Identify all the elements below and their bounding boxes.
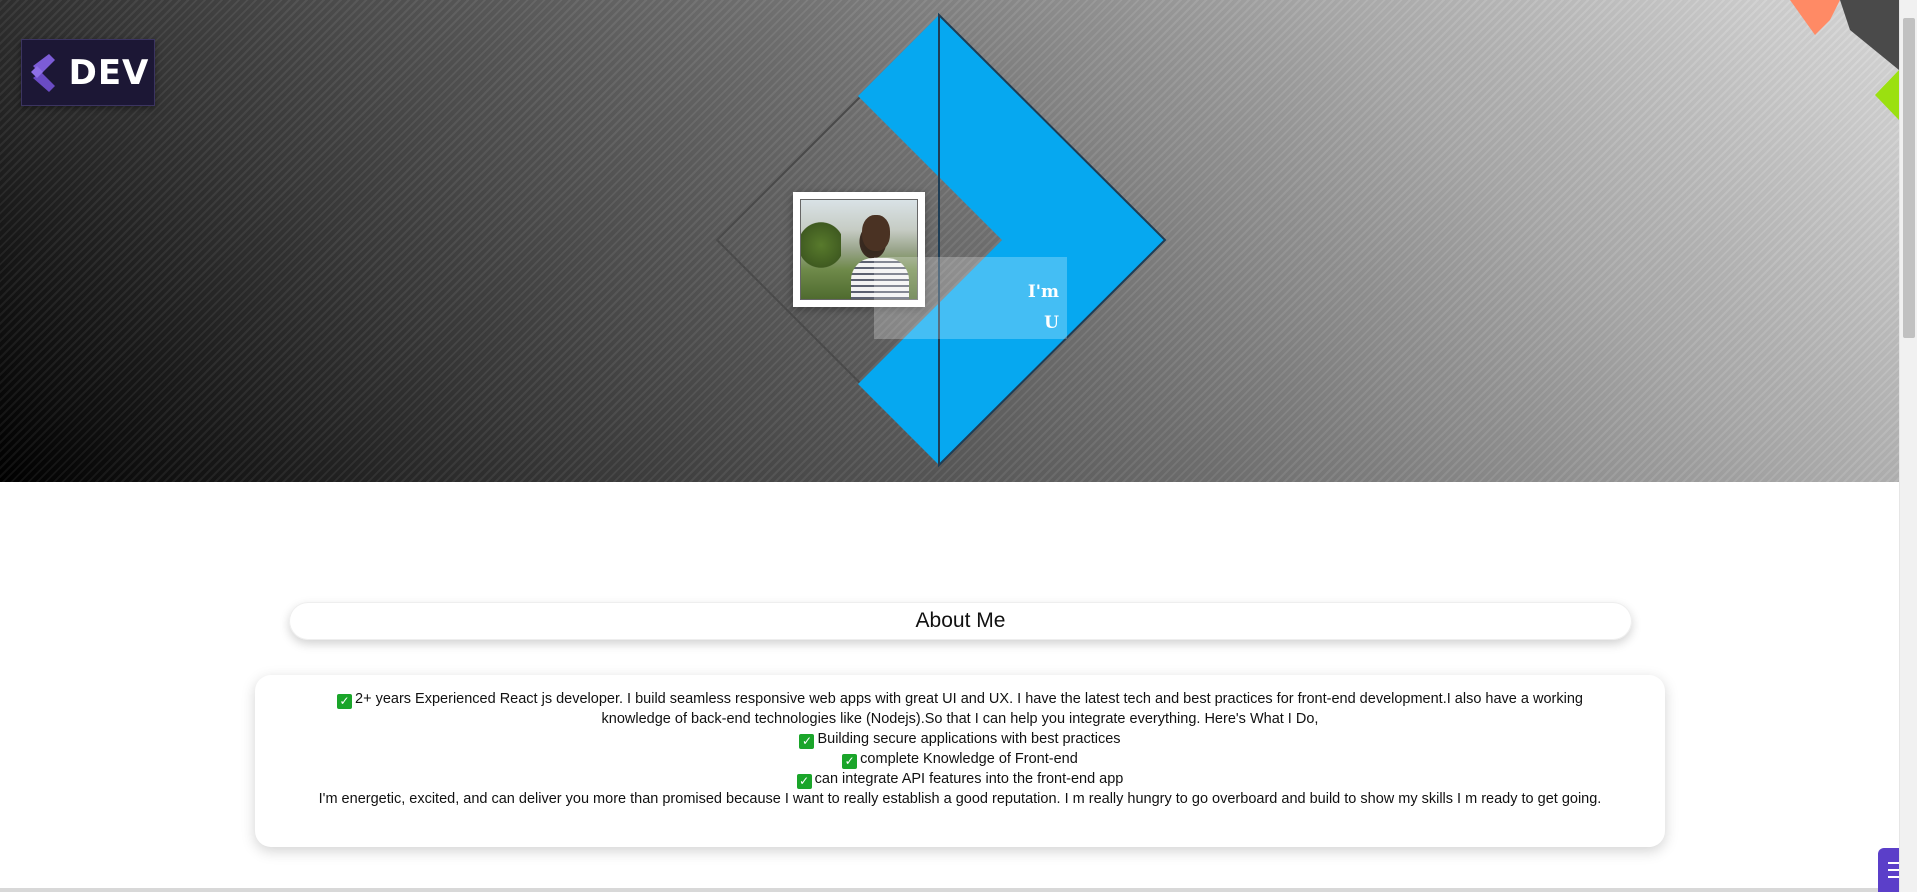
dev-logo[interactable]: DEV [21,39,155,106]
about-me-heading: About Me [289,602,1632,640]
logo-mark-icon [30,53,55,92]
hero-intro-text: I'm U [874,257,1067,339]
page-bottom-divider [0,888,1899,892]
about-me-card: ✓ 2+ years Experienced React js developer… [255,675,1665,847]
hero-section: DEV I'm U [0,0,1899,482]
about-point: ✓ complete Knowledge of Front-end [305,749,1615,769]
vertical-scrollbar[interactable] [1899,0,1917,892]
check-mark-icon: ✓ [337,694,353,709]
corner-decoration [1790,0,1899,120]
scrollbar-thumb[interactable] [1903,18,1915,338]
logo-text: DEV [68,52,150,93]
about-point: ✓ can integrate API features into the fro… [305,769,1615,789]
check-mark-icon: ✓ [796,774,812,789]
intro-line-1: I'm [1027,282,1059,302]
about-point: ✓ Building secure applications with best … [305,729,1615,749]
about-closing-paragraph: I'm energetic, excited, and can deliver … [318,791,1602,807]
about-intro-paragraph: ✓ 2+ years Experienced React js developer… [305,689,1615,729]
intro-line-2: U [1044,313,1059,333]
check-mark-icon: ✓ [799,734,815,749]
check-mark-icon: ✓ [842,754,858,769]
hero-diamond-graphic [715,12,1167,468]
